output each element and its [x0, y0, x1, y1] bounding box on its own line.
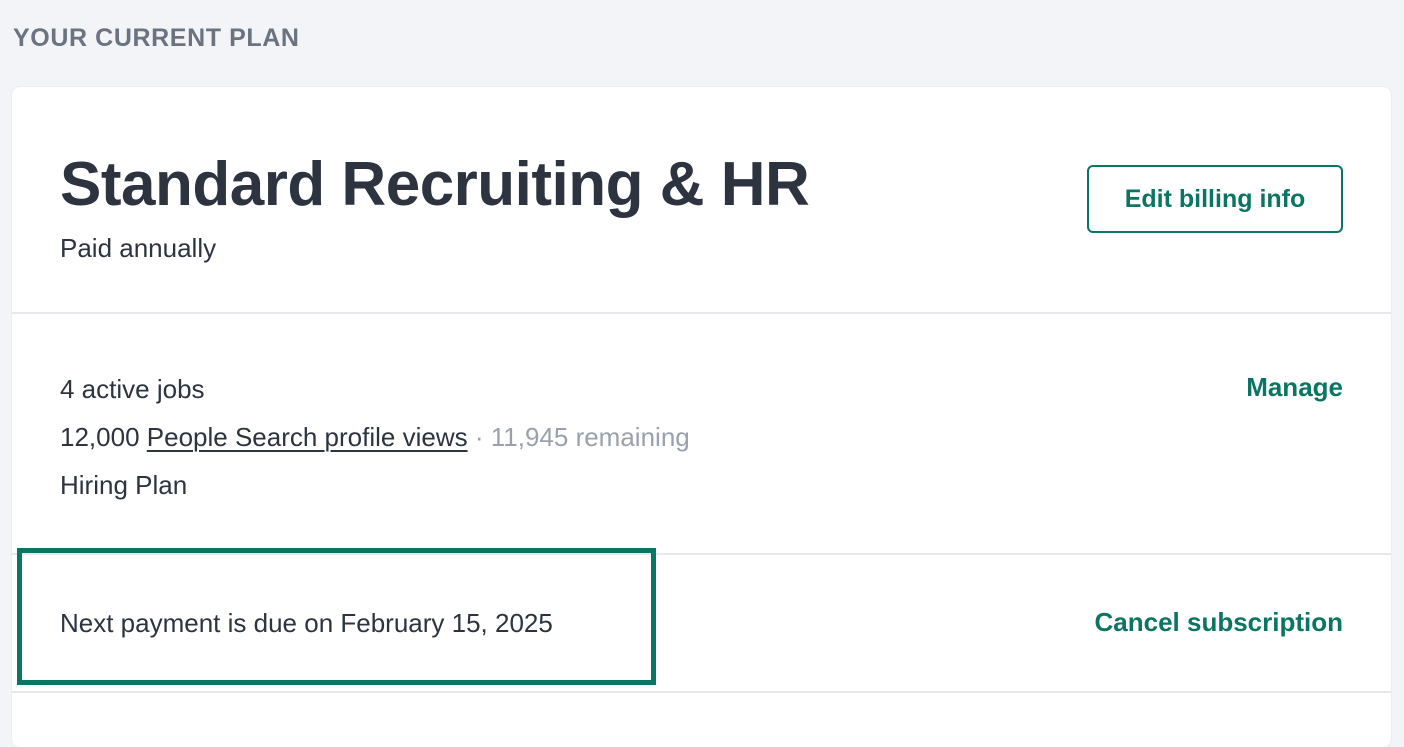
- cancel-subscription-link[interactable]: Cancel subscription: [1095, 607, 1344, 638]
- manage-link[interactable]: Manage: [1246, 372, 1343, 403]
- profile-views-line: 12,000 People Search profile views · 11,…: [60, 422, 690, 453]
- remaining-views-text: 11,945 remaining: [490, 422, 690, 452]
- current-plan-card: Standard Recruiting & HR Paid annually E…: [12, 87, 1391, 747]
- plan-header: Standard Recruiting & HR Paid annually E…: [12, 87, 1391, 314]
- active-jobs-text: 4 active jobs: [60, 374, 205, 404]
- profile-views-count: 12,000: [60, 422, 140, 452]
- edit-billing-info-button[interactable]: Edit billing info: [1087, 165, 1343, 233]
- hiring-plan-text: Hiring Plan: [60, 470, 188, 500]
- people-search-profile-views-link[interactable]: People Search profile views: [147, 422, 468, 452]
- plan-usage-section: 4 active jobs 12,000 People Search profi…: [12, 314, 1391, 555]
- separator-dot: ·: [474, 422, 484, 452]
- payment-section: Next payment is due on February 15, 2025…: [12, 548, 1391, 693]
- plan-title: Standard Recruiting & HR: [60, 150, 810, 219]
- billing-cycle-text: Paid annually: [60, 233, 217, 263]
- next-payment-text: Next payment is due on February 15, 2025: [60, 608, 553, 638]
- section-heading: YOUR CURRENT PLAN: [13, 24, 300, 52]
